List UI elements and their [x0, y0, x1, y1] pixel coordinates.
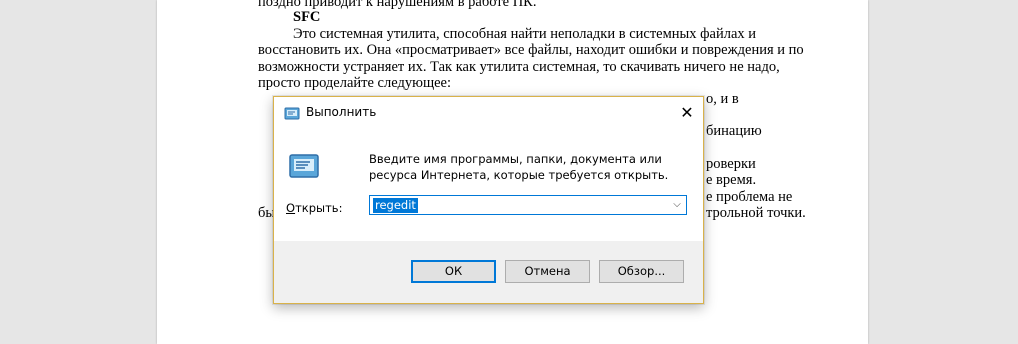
- chevron-down-icon[interactable]: ⌵: [672, 198, 682, 212]
- doc-line: Это системная утилита, способная найти н…: [293, 26, 757, 42]
- open-label: Открыть:: [286, 201, 342, 215]
- title-bar[interactable]: Выполнить ✕: [274, 97, 703, 129]
- run-dialog: Выполнить ✕ Введите имя программы, папки…: [273, 96, 704, 304]
- open-input-value[interactable]: regedit: [373, 198, 418, 213]
- browse-button[interactable]: Обзор...: [599, 260, 684, 283]
- doc-heading: SFC: [293, 9, 321, 25]
- open-label-text: ткрыть:: [295, 201, 343, 215]
- dialog-content: Введите имя программы, папки, документа …: [274, 129, 703, 241]
- doc-fragment: о, и в: [706, 91, 739, 107]
- open-combobox[interactable]: regedit ⌵: [369, 195, 687, 215]
- doc-fragment: роверки: [706, 156, 756, 172]
- doc-fragment: трольной точки.: [706, 205, 806, 221]
- cancel-button[interactable]: Отмена: [505, 260, 590, 283]
- ok-button[interactable]: ОК: [411, 260, 496, 283]
- dialog-title: Выполнить: [306, 105, 377, 119]
- doc-fragment: е время.: [706, 172, 757, 188]
- close-icon: ✕: [680, 102, 694, 122]
- doc-fragment: е проблема не: [706, 189, 793, 205]
- run-icon-large: [288, 153, 320, 181]
- prompt-text: Введите имя программы, папки, документа …: [369, 152, 669, 182]
- close-button[interactable]: ✕: [671, 97, 703, 127]
- doc-line: возможности устраняет их. Так как утилит…: [258, 59, 780, 75]
- doc-line: просто проделайте следующее:: [258, 75, 452, 91]
- doc-line: восстановить их. Она «просматривает» все…: [258, 42, 804, 58]
- run-icon: [284, 106, 300, 120]
- open-label-accesskey: О: [286, 201, 296, 215]
- doc-fragment: бинацию: [706, 123, 762, 139]
